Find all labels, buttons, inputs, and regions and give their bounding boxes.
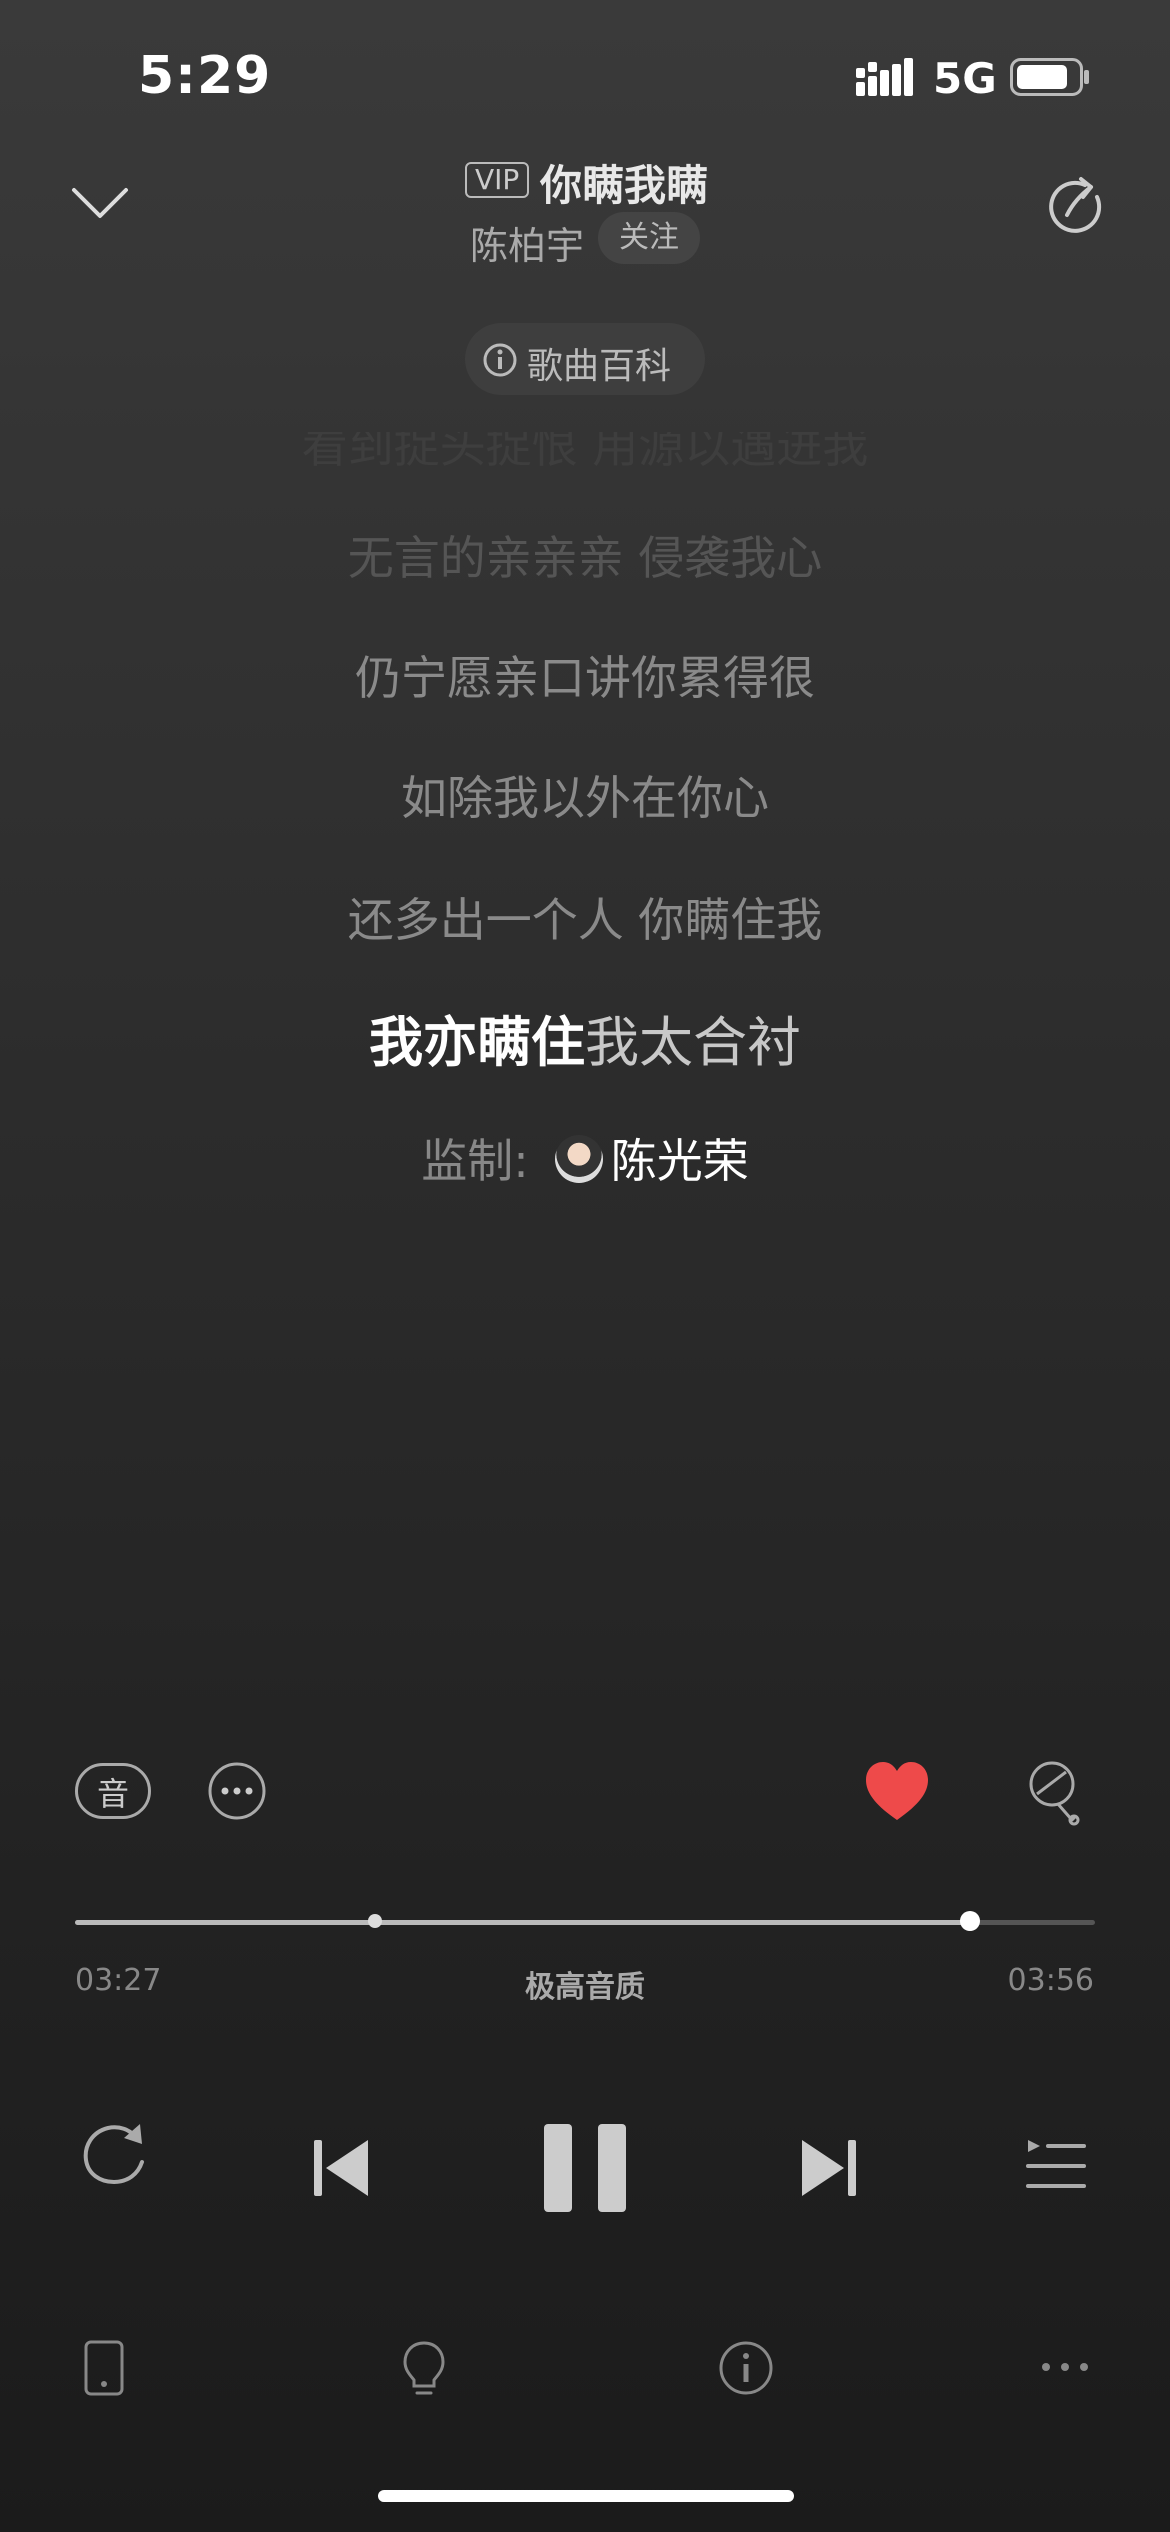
cellular-signal-icon: [856, 58, 913, 96]
home-indicator[interactable]: [378, 2490, 794, 2502]
song-wiki-button[interactable]: 歌曲百科: [465, 323, 705, 395]
producer-credit: 监制: 陈光荣: [0, 1125, 1170, 1191]
audio-quality-button[interactable]: 极高音质: [0, 1962, 1170, 2006]
device-icon[interactable]: [84, 2340, 124, 2396]
chorus-marker[interactable]: [367, 1914, 382, 1928]
producer-name[interactable]: 陈光荣: [611, 1134, 749, 1188]
network-type: 5G: [933, 54, 997, 103]
more-circle-icon[interactable]: [207, 1761, 267, 1821]
progress-thumb[interactable]: [959, 1911, 980, 1931]
lyric-line[interactable]: 还多出一个人 你瞒住我: [0, 884, 1170, 950]
info-circle-icon: [483, 343, 517, 377]
current-lyric-line[interactable]: 我亦瞒住我太合衬: [0, 998, 1170, 1077]
pause-icon[interactable]: [540, 2122, 630, 2214]
producer-label: 监制:: [421, 1134, 529, 1188]
sound-effect-button[interactable]: 音: [75, 1763, 151, 1819]
battery-icon: [1010, 58, 1089, 96]
share-icon[interactable]: [1045, 175, 1109, 239]
previous-icon[interactable]: [312, 2138, 370, 2198]
progress-played: [75, 1920, 970, 1925]
collapse-chevron-down-icon[interactable]: [70, 178, 130, 228]
total-time: 03:56: [1007, 1963, 1094, 1998]
vip-badge: VIP: [465, 162, 530, 198]
lyric-line[interactable]: 如除我以外在你心: [0, 762, 1170, 828]
lightbulb-icon[interactable]: [402, 2340, 446, 2398]
artist-name[interactable]: 陈柏宇: [470, 215, 584, 270]
lyric-line[interactable]: 仍宁愿亲口讲你累得很: [0, 642, 1170, 708]
producer-avatar[interactable]: [554, 1135, 603, 1183]
like-heart-icon[interactable]: [864, 1760, 930, 1822]
status-time: 5:29: [138, 46, 272, 106]
next-icon[interactable]: [800, 2138, 858, 2198]
playlist-icon[interactable]: [1024, 2136, 1088, 2192]
song-title: 你瞒我瞒: [540, 161, 709, 210]
more-dots-icon[interactable]: [1040, 2360, 1090, 2374]
song-wiki-label: 歌曲百科: [527, 346, 672, 387]
comment-icon[interactable]: [1028, 1760, 1082, 1826]
info-icon[interactable]: [718, 2340, 774, 2396]
lyric-line[interactable]: 无言的亲亲亲 侵袭我心: [0, 522, 1170, 588]
current-lyric-rest: 我太合衬: [585, 1011, 801, 1074]
follow-button[interactable]: 关注: [598, 212, 700, 264]
repeat-icon[interactable]: [78, 2120, 150, 2192]
current-lyric-sung: 我亦瞒住: [369, 1011, 585, 1074]
lyric-line[interactable]: 看到捉头捉恨 用源以遇进我: [0, 432, 1170, 476]
